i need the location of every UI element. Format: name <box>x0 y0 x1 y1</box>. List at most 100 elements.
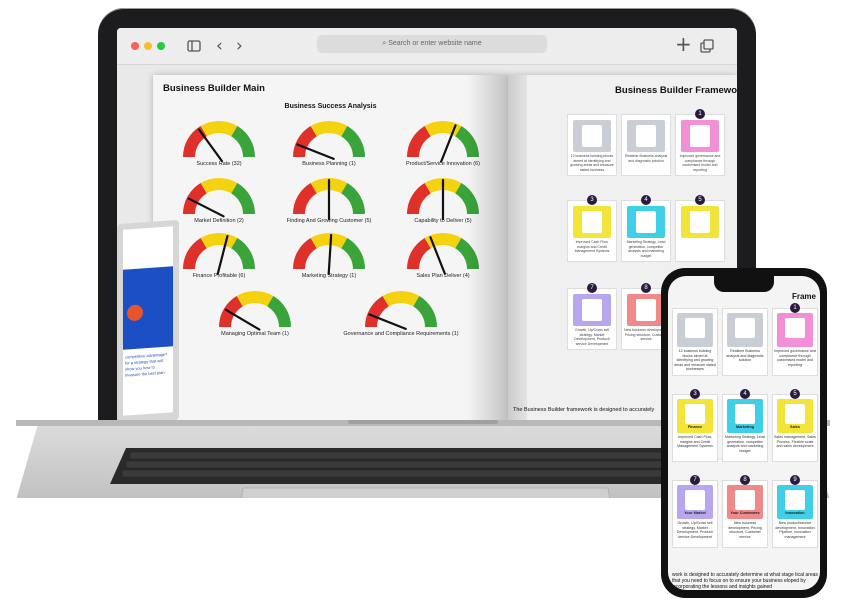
tile-number-badge: 8 <box>641 283 651 293</box>
tile-number-badge: 5 <box>695 195 705 205</box>
tile-number-badge: 4 <box>641 195 651 205</box>
tile-description: Growth, Up/Cross sell strategy, Market D… <box>676 521 714 539</box>
tile-number-badge: 1 <box>695 109 705 119</box>
tablet-logo-icon <box>127 304 143 322</box>
framework-tile[interactable]: 1 Improved governance and compliance thro… <box>675 109 725 176</box>
forward-icon[interactable]: › <box>236 36 243 56</box>
tile-description: Realtime Business analysis and diagnosti… <box>624 154 668 163</box>
tile-image <box>681 206 719 238</box>
tile-description: Growth, Up/Cross sell strategy, Market D… <box>574 328 610 346</box>
phone-framework-tile[interactable]: Your Customers 8 New business development,… <box>722 475 768 548</box>
gauge-label: Success Rate (32) <box>196 161 242 167</box>
phone-device: Frame 12 business building blocks aimed … <box>661 268 827 598</box>
tile-number-badge: 9 <box>790 475 800 485</box>
tile-description: Improved Cash Flow, margins and Credit M… <box>574 240 610 253</box>
tablet-banner <box>123 266 173 350</box>
new-tab-icon[interactable]: + <box>675 34 692 54</box>
phone-notch <box>714 276 774 292</box>
framework-tile[interactable]: 5 <box>675 195 725 262</box>
gauge-2: Business Planning (1) <box>289 115 369 171</box>
tile-label: Your Market <box>684 511 706 515</box>
tile-number-badge: 8 <box>740 475 750 485</box>
address-bar[interactable]: ⌕ Search or enter website name <box>317 35 547 53</box>
left-page: Business Builder Main Business Success A… <box>153 75 508 420</box>
tile-description: Marketing Strategy, Lead generation, com… <box>725 435 765 453</box>
phone-framework-tile[interactable]: Sales 5 Sales management, Sales Process, F… <box>772 389 818 462</box>
gauge-label: Governance and Compliance Requirements (… <box>343 331 459 337</box>
phone-framework-tile[interactable]: Innovation 9 New product/service developme… <box>772 475 818 548</box>
back-icon[interactable]: ‹ <box>216 36 223 56</box>
right-page-title: Business Builder Framewo <box>615 85 737 96</box>
maximize-window-button[interactable] <box>157 42 165 50</box>
tile-number-badge: 3 <box>587 195 597 205</box>
tablet-screen: competitive advantage? for a strategy th… <box>123 226 173 416</box>
framework-tile[interactable]: 4 Marketing Strategy, Lead generation, co… <box>621 195 671 262</box>
browser-toolbar: ‹ › ⌕ Search or enter website name + <box>117 28 737 65</box>
tile-image <box>573 294 611 326</box>
tile-description: 12 business building blocks aimed at ide… <box>570 154 614 172</box>
tile-label: Your Customers <box>730 511 760 515</box>
tile-label: Finance <box>687 425 703 429</box>
tile-image <box>681 120 719 152</box>
phone-framework-tile[interactable]: Your Market 7 Growth, Up/Cross sell strate… <box>672 475 718 548</box>
minimize-window-button[interactable] <box>144 42 152 50</box>
tile-description: Marketing Strategy, Lead generation, com… <box>626 240 666 258</box>
tile-image <box>677 313 713 347</box>
tile-description: Sales management, Sales Process, Flexibl… <box>774 435 816 449</box>
tile-image <box>573 120 611 152</box>
phone-title-fragment: Frame <box>791 292 816 301</box>
tile-description: New product/service development, Innovat… <box>775 521 815 539</box>
tile-image <box>627 206 665 238</box>
tile-label: Innovation <box>785 511 805 515</box>
tile-description: New business development, Pricing struct… <box>728 521 762 539</box>
tile-number-badge: 5 <box>790 389 800 399</box>
tablet-text: competitive advantage? for a strategy th… <box>125 351 168 378</box>
tablet-device: competitive advantage? for a strategy th… <box>117 219 179 425</box>
tile-image <box>777 313 813 347</box>
tile-label: Marketing <box>736 425 754 429</box>
gauge-5: Finding And Growing Customer (5) <box>287 172 371 228</box>
gauge-8: Marketing Strategy (1) <box>289 227 369 283</box>
tile-image <box>727 313 763 347</box>
close-window-button[interactable] <box>131 42 139 50</box>
address-bar-placeholder: Search or enter website name <box>388 40 482 47</box>
tile-number-badge: 7 <box>690 475 700 485</box>
tile-description: 12 business building blocks aimed at ide… <box>674 349 716 372</box>
left-page-subtitle: Business Success Analysis <box>284 103 377 110</box>
phone-screen: Frame 12 business building blocks aimed … <box>668 276 820 590</box>
gauge-11: Governance and Compliance Requirements (… <box>343 285 459 341</box>
phone-framework-tile[interactable]: Marketing 4 Marketing Strategy, Lead gener… <box>722 389 768 462</box>
tile-description: Realtime Business analysis and diagnosti… <box>726 349 764 363</box>
left-page-title: Business Builder Main <box>163 83 265 94</box>
framework-tile[interactable]: 7 Growth, Up/Cross sell strategy, Market … <box>567 283 617 350</box>
tile-number-badge: 1 <box>790 303 800 313</box>
sidebar-icon[interactable] <box>187 37 201 57</box>
gauge-label: Business Planning (1) <box>302 161 356 167</box>
tile-image <box>627 294 665 326</box>
gauge-label: Finding And Growing Customer (5) <box>286 218 372 224</box>
tile-description: Improved Cash Flow, margins and Credit M… <box>677 435 713 449</box>
phone-footer: work is designed to accurately determine… <box>672 572 818 590</box>
right-page-footer: The Business Builder framework is design… <box>513 407 655 413</box>
book-gutter <box>467 75 527 420</box>
tile-image <box>627 120 665 152</box>
tile-image <box>573 206 611 238</box>
phone-framework-tile[interactable]: 1 Improved governance and compliance thro… <box>772 303 818 376</box>
laptop-screen: ‹ › ⌕ Search or enter website name + Bus… <box>117 28 737 420</box>
tabs-icon[interactable] <box>700 38 714 58</box>
gauge-4: Market Definition (2) <box>179 172 259 228</box>
framework-tile[interactable]: Realtime Business analysis and diagnosti… <box>621 114 671 176</box>
phone-framework-tile[interactable]: Finance 3 Improved Cash Flow, margins and … <box>672 389 718 462</box>
gauge-7: Finance Profitable (6) <box>179 227 259 283</box>
tile-description: Improved governance and compliance throu… <box>679 154 721 172</box>
tile-label: Sales <box>790 425 800 429</box>
framework-tile[interactable]: 12 business building blocks aimed at ide… <box>567 114 617 176</box>
gauge-10: Managing Optimal Team (1) <box>215 285 295 341</box>
phone-framework-tile[interactable]: Realtime Business analysis and diagnosti… <box>722 308 768 376</box>
phone-framework-tile[interactable]: 12 business building blocks aimed at ide… <box>672 308 718 376</box>
tile-description: Improved governance and compliance throu… <box>774 349 816 367</box>
gauge-label: Marketing Strategy (1) <box>301 273 357 279</box>
tile-number-badge: 7 <box>587 283 597 293</box>
tile-number-badge: 4 <box>740 389 750 399</box>
framework-tile[interactable]: 3 Improved Cash Flow, margins and Credit … <box>567 195 617 262</box>
